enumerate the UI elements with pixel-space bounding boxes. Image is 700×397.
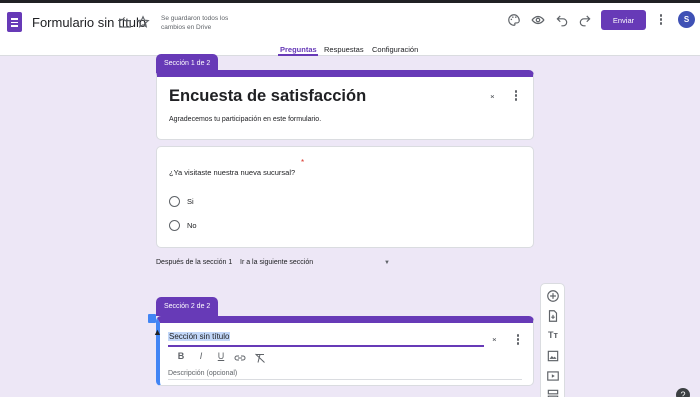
clear-format-icon[interactable] <box>254 353 266 363</box>
option-label: Si <box>187 197 194 206</box>
star-icon[interactable] <box>136 15 150 29</box>
radio-icon[interactable] <box>169 220 180 231</box>
section-menu-icon[interactable] <box>514 334 522 346</box>
tab-configuracion[interactable]: Configuración <box>372 45 418 54</box>
palette-icon[interactable] <box>507 13 521 27</box>
link-icon[interactable] <box>234 353 246 363</box>
redo-icon[interactable] <box>578 13 592 27</box>
section-description-input[interactable]: Descripción (opcional) <box>168 370 237 377</box>
section-2-title-input[interactable]: Sección sin título <box>168 332 231 341</box>
section-2-card[interactable]: Sección sin título ⌄ ⌃ B I U Descripción … <box>156 316 534 386</box>
option-label: No <box>187 221 197 230</box>
form-heading[interactable]: Encuesta de satisfacción <box>169 87 366 106</box>
collapse-section-icon[interactable]: ⌄ ⌃ <box>489 91 496 104</box>
preview-eye-icon[interactable] <box>531 13 545 27</box>
active-tab-indicator <box>278 54 318 56</box>
mouse-pointer-icon: ▲ <box>153 327 162 337</box>
save-status-text: Se guardaron todos los cambios en Drive <box>161 15 229 31</box>
import-questions-icon[interactable] <box>546 309 560 323</box>
send-button[interactable]: Enviar <box>601 10 646 30</box>
dropdown-arrow-icon[interactable]: ▼ <box>384 260 390 266</box>
after-section-label: Después de la sección 1 <box>156 259 233 266</box>
help-icon[interactable]: ? <box>676 388 690 397</box>
folder-icon[interactable] <box>118 16 132 30</box>
app-header: Formulario sin título Se guardaron todos… <box>0 3 700 56</box>
form-tabs: Preguntas Respuestas Configuración <box>0 41 700 59</box>
description-underline <box>168 379 522 380</box>
floating-toolbar: Tт <box>540 283 565 397</box>
more-options-icon[interactable] <box>657 14 665 26</box>
add-section-icon[interactable] <box>546 388 560 397</box>
option-no[interactable]: No <box>169 220 197 231</box>
form-description[interactable]: Agradecemos tu participación en este for… <box>169 116 321 123</box>
bold-icon[interactable]: B <box>175 351 187 361</box>
title-underline <box>168 345 484 347</box>
add-question-icon[interactable] <box>546 289 560 303</box>
undo-icon[interactable] <box>555 13 569 27</box>
forms-logo-icon[interactable] <box>7 12 22 32</box>
section-2-tab: Sección 2 de 2 <box>156 297 219 316</box>
option-si[interactable]: Si <box>169 196 194 207</box>
italic-icon[interactable]: I <box>195 351 207 361</box>
underline-icon[interactable]: U <box>215 351 227 361</box>
required-asterisk: * <box>301 158 305 167</box>
question-text[interactable]: ¿Ya visitaste nuestra nueva sucursal? <box>169 168 295 177</box>
radio-icon[interactable] <box>169 196 180 207</box>
question-card[interactable]: * ¿Ya visitaste nuestra nueva sucursal? … <box>156 146 534 248</box>
tab-preguntas[interactable]: Preguntas <box>280 45 317 54</box>
doc-cursor-icon <box>148 314 156 323</box>
after-section-select[interactable]: Ir a la siguiente sección <box>240 259 313 266</box>
form-header-card[interactable]: Encuesta de satisfacción Agradecemos tu … <box>156 70 534 140</box>
avatar[interactable]: S <box>678 11 695 28</box>
add-title-description-icon[interactable]: Tт <box>546 330 560 344</box>
add-image-icon[interactable] <box>546 349 560 363</box>
tab-respuestas[interactable]: Respuestas <box>324 45 364 54</box>
collapse-section-icon[interactable]: ⌄ ⌃ <box>491 334 498 347</box>
section-menu-icon[interactable] <box>512 90 520 102</box>
add-video-icon[interactable] <box>546 369 560 383</box>
